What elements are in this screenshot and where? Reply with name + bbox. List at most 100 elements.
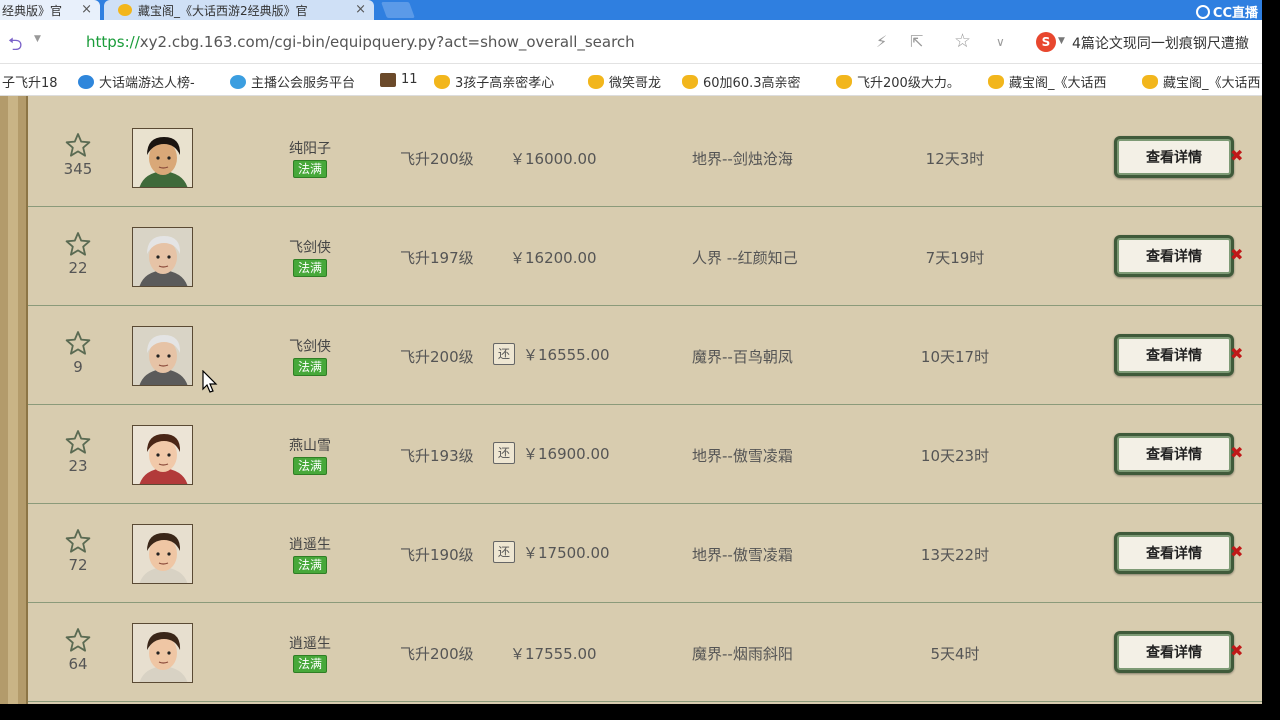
view-details-button[interactable]: 查看详情 [1114, 433, 1234, 475]
tab-label: 经典版》官 [2, 3, 63, 18]
remove-icon[interactable]: ✖ [1230, 245, 1243, 264]
bookmark-favicon-icon [434, 74, 450, 89]
remove-icon[interactable]: ✖ [1230, 443, 1243, 462]
time-remaining: 5天4时 [930, 645, 980, 663]
view-details-button[interactable]: 查看详情 [1114, 532, 1234, 574]
bookmark-favicon-icon [988, 74, 1004, 89]
character-avatar[interactable] [132, 227, 193, 287]
bookmark-item[interactable]: 藏宝阁_《大话西 [988, 72, 1107, 91]
character-name-column: 燕山雪 法满 [258, 435, 362, 475]
tab-active[interactable]: 藏宝阁_《大话西游2经典版》官 × [104, 0, 374, 20]
url-field[interactable]: https://xy2.cbg.163.com/cgi-bin/equipque… [86, 33, 635, 51]
character-level: 飞升200级 [400, 348, 474, 366]
view-details-button[interactable]: 查看详情 [1114, 136, 1234, 178]
favorite-column: 23 [62, 429, 94, 475]
undo-back-icon[interactable]: ⮌ [8, 32, 22, 62]
favorite-count: 72 [68, 556, 88, 574]
remove-icon[interactable]: ✖ [1230, 641, 1243, 660]
price: ￥16000.00 [510, 150, 597, 168]
view-details-button[interactable]: 查看详情 [1114, 334, 1234, 376]
favorite-star-icon[interactable] [65, 231, 91, 257]
table-row: 72 逍遥生 法满 飞升190级 还 ￥17500.00 地界--傲雪凌霜 13… [28, 504, 1262, 603]
favorite-column: 345 [62, 132, 94, 178]
tab-close-icon[interactable]: × [355, 2, 366, 17]
price: ￥17500.00 [523, 544, 610, 562]
bookmark-item[interactable]: 子飞升18 [2, 72, 58, 91]
bookmark-item[interactable]: 微笑哥龙 [588, 72, 661, 91]
search-input[interactable]: 4篇论文现同一划痕钢尺遭撤 [1072, 33, 1262, 53]
character-level: 飞升200级 [400, 645, 474, 663]
lightning-icon[interactable]: ⚡ [876, 32, 887, 51]
view-details-label: 查看详情 [1117, 535, 1231, 571]
school-badge: 法满 [292, 259, 327, 277]
tab-favicon-icon [118, 4, 132, 16]
favorite-star-icon[interactable] [65, 528, 91, 554]
search-engine-dropdown-icon[interactable]: ▼ [1058, 36, 1065, 46]
view-details-button[interactable]: 查看详情 [1114, 631, 1234, 673]
bookmark-favicon-icon [682, 74, 698, 89]
tab-previous[interactable]: 经典版》官 × [0, 0, 100, 20]
bookmark-label: 3孩子高亲密孝心 [455, 76, 555, 91]
table-row: 64 逍遥生 法满 飞升200级 ￥17555.00 魔界--烟雨斜阳 5天4时… [28, 603, 1262, 702]
character-name: 纯阳子 [289, 141, 331, 157]
remove-icon[interactable]: ✖ [1230, 344, 1243, 363]
bookmark-star-icon[interactable]: ☆ [954, 30, 971, 52]
page-content: 345 纯阳子 法满 飞升200级 ￥16000.00 地界--剑烛沧海 12天… [0, 96, 1262, 704]
view-details-label: 查看详情 [1117, 634, 1231, 670]
sogou-search-icon[interactable]: S [1036, 32, 1056, 52]
character-avatar[interactable] [132, 524, 193, 584]
bookmark-item[interactable]: 飞升200级大力。 [836, 72, 960, 91]
share-icon[interactable]: ⇱ [910, 32, 923, 51]
tab-bar: 经典版》官 × 藏宝阁_《大话西游2经典版》官 × CC直播 [0, 0, 1262, 21]
returnable-icon: 还 [493, 541, 515, 563]
url-path: xy2.cbg.163.com/cgi-bin/equipquery.py?ac… [139, 33, 635, 51]
remove-icon[interactable]: ✖ [1230, 542, 1243, 561]
table-row: 345 纯阳子 法满 飞升200级 ￥16000.00 地界--剑烛沧海 12天… [28, 108, 1262, 207]
chevron-down-icon[interactable]: ∨ [996, 35, 1005, 49]
tab-close-icon[interactable]: × [81, 2, 92, 17]
character-level: 飞升197级 [400, 249, 474, 267]
character-level: 飞升190级 [400, 546, 474, 564]
listing-table: 345 纯阳子 法满 飞升200级 ￥16000.00 地界--剑烛沧海 12天… [28, 108, 1262, 702]
favorite-count: 9 [73, 358, 83, 376]
favorite-count: 345 [63, 160, 93, 178]
bookmark-item[interactable]: 3孩子高亲密孝心 [434, 72, 554, 91]
character-avatar[interactable] [132, 326, 193, 386]
favorite-column: 22 [62, 231, 94, 277]
remove-icon[interactable]: ✖ [1230, 146, 1243, 165]
price: ￥16200.00 [510, 249, 597, 267]
time-remaining: 12天3时 [925, 150, 985, 168]
time-remaining: 10天17时 [920, 348, 990, 366]
school-badge: 法满 [292, 358, 327, 376]
bookmark-label: 子飞升18 [2, 76, 58, 91]
character-avatar[interactable] [132, 623, 193, 683]
bookmark-item[interactable]: 大话端游达人榜- [78, 72, 195, 91]
favorite-star-icon[interactable] [65, 132, 91, 158]
favorite-column: 9 [62, 330, 94, 376]
back-dropdown-icon[interactable]: ▼ [34, 34, 41, 44]
favorite-column: 72 [62, 528, 94, 574]
bookmark-item[interactable]: 60加60.3高亲密 [682, 72, 801, 91]
character-avatar[interactable] [132, 128, 193, 188]
bookmark-item[interactable]: 主播公会服务平台 [230, 72, 355, 91]
favorite-star-icon[interactable] [65, 429, 91, 455]
school-badge: 法满 [292, 457, 327, 475]
character-name: 飞剑侠 [289, 240, 331, 256]
new-tab-button[interactable] [381, 2, 415, 18]
view-details-label: 查看详情 [1117, 436, 1231, 472]
favorite-star-icon[interactable] [65, 627, 91, 653]
character-name: 燕山雪 [289, 438, 331, 454]
bookmark-label: 藏宝阁_《大话西 [1163, 76, 1261, 91]
character-name-column: 飞剑侠 法满 [258, 237, 362, 277]
server-name: 地界--傲雪凌霜 [692, 546, 793, 564]
favorite-star-icon[interactable] [65, 330, 91, 356]
character-name-column: 纯阳子 法满 [258, 138, 362, 178]
bookmark-label: 11 [401, 72, 418, 87]
bookmark-item[interactable]: 藏宝阁_《大话西 [1142, 72, 1261, 91]
price: ￥16555.00 [523, 346, 610, 364]
bookmark-item[interactable]: 11 [380, 72, 418, 87]
server-name: 地界--傲雪凌霜 [692, 447, 793, 465]
character-name-column: 逍遥生 法满 [258, 633, 362, 673]
character-avatar[interactable] [132, 425, 193, 485]
view-details-button[interactable]: 查看详情 [1114, 235, 1234, 277]
